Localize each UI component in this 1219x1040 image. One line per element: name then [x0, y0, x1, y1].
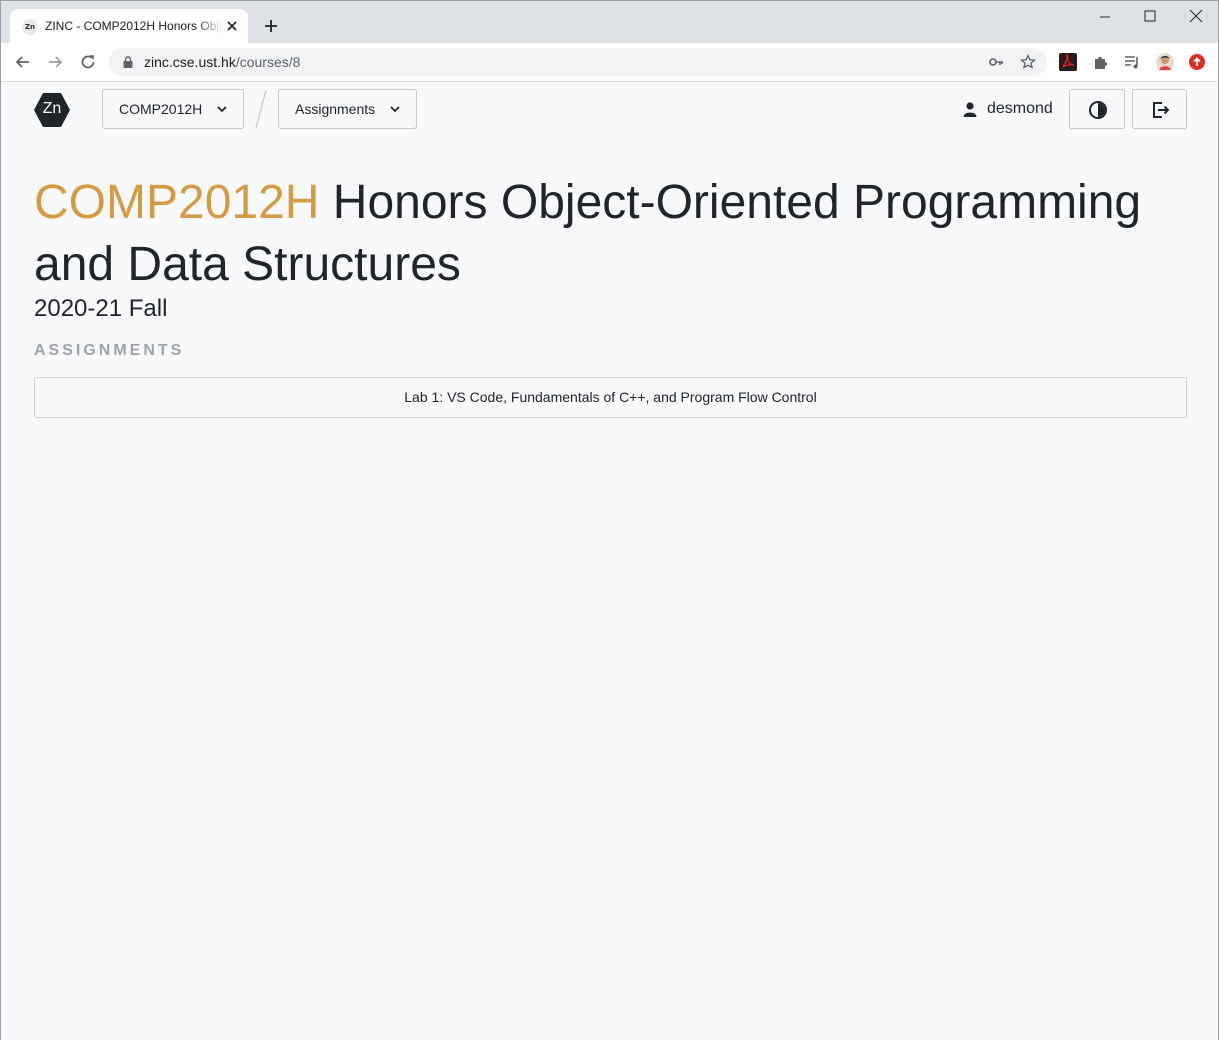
course-code: COMP2012H [34, 176, 320, 229]
bookmark-star-icon[interactable] [1020, 54, 1036, 70]
url-path: /courses/8 [235, 54, 301, 70]
close-tab-icon[interactable] [224, 18, 240, 34]
update-alert-icon[interactable] [1188, 53, 1206, 71]
chevron-down-icon [390, 106, 400, 113]
tab-strip: Zn ZINC - COMP2012H Honors Object-Orient… [1, 1, 1218, 43]
address-bar[interactable]: zinc.cse.ust.hk/courses/8 [109, 48, 1047, 76]
chevron-down-icon [217, 106, 227, 113]
minimize-icon[interactable] [1090, 7, 1120, 27]
logout-button[interactable] [1132, 89, 1187, 129]
username: desmond [987, 100, 1053, 117]
back-arrow-icon[interactable] [13, 52, 33, 72]
page-content: Zn COMP2012H Assignments desmond COMP201… [1, 82, 1218, 1040]
zinc-logo[interactable]: Zn [33, 92, 71, 128]
lock-icon [123, 56, 133, 68]
browser-toolbar: zinc.cse.ust.hk/courses/8 [1, 43, 1218, 82]
page-title: COMP2012H Honors Object-Oriented Program… [34, 172, 1194, 296]
new-tab-icon[interactable] [261, 16, 281, 36]
zinc-logo-text: Zn [42, 100, 62, 117]
zinc-favicon-icon: Zn [22, 19, 38, 35]
acrobat-extension-icon[interactable] [1059, 53, 1077, 71]
maximize-icon[interactable] [1135, 7, 1165, 27]
tab-title: ZINC - COMP2012H Honors Object-Oriented … [45, 19, 223, 33]
contrast-icon [1089, 101, 1107, 119]
browser-tab[interactable]: Zn ZINC - COMP2012H Honors Object-Orient… [10, 9, 248, 43]
extensions-puzzle-icon[interactable] [1092, 53, 1110, 71]
key-icon[interactable] [988, 54, 1004, 70]
close-window-icon[interactable] [1181, 7, 1211, 27]
breadcrumb-separator [255, 89, 267, 129]
assignment-item-lab-1[interactable]: Lab 1: VS Code, Fundamentals of C++, and… [34, 377, 1187, 418]
course-dropdown[interactable]: COMP2012H [102, 89, 244, 129]
section-dropdown-label: Assignments [295, 101, 376, 117]
theme-toggle-button[interactable] [1069, 89, 1125, 129]
forward-arrow-icon[interactable] [45, 52, 65, 72]
browser-window: Zn ZINC - COMP2012H Honors Object-Orient… [0, 0, 1219, 1040]
user-menu[interactable]: desmond [963, 100, 1053, 118]
media-control-icon[interactable] [1123, 53, 1141, 71]
course-dropdown-label: COMP2012H [119, 101, 203, 117]
url-text: zinc.cse.ust.hk/courses/8 [144, 54, 300, 70]
semester: 2020-21 Fall [34, 295, 168, 322]
profile-avatar[interactable] [1156, 53, 1174, 71]
logout-icon [1153, 102, 1170, 118]
assignments-heading: ASSIGNMENTS [34, 342, 185, 359]
section-dropdown[interactable]: Assignments [278, 89, 417, 129]
url-host: zinc.cse.ust.hk [144, 54, 236, 70]
reload-icon[interactable] [78, 52, 98, 72]
user-icon [963, 101, 977, 117]
